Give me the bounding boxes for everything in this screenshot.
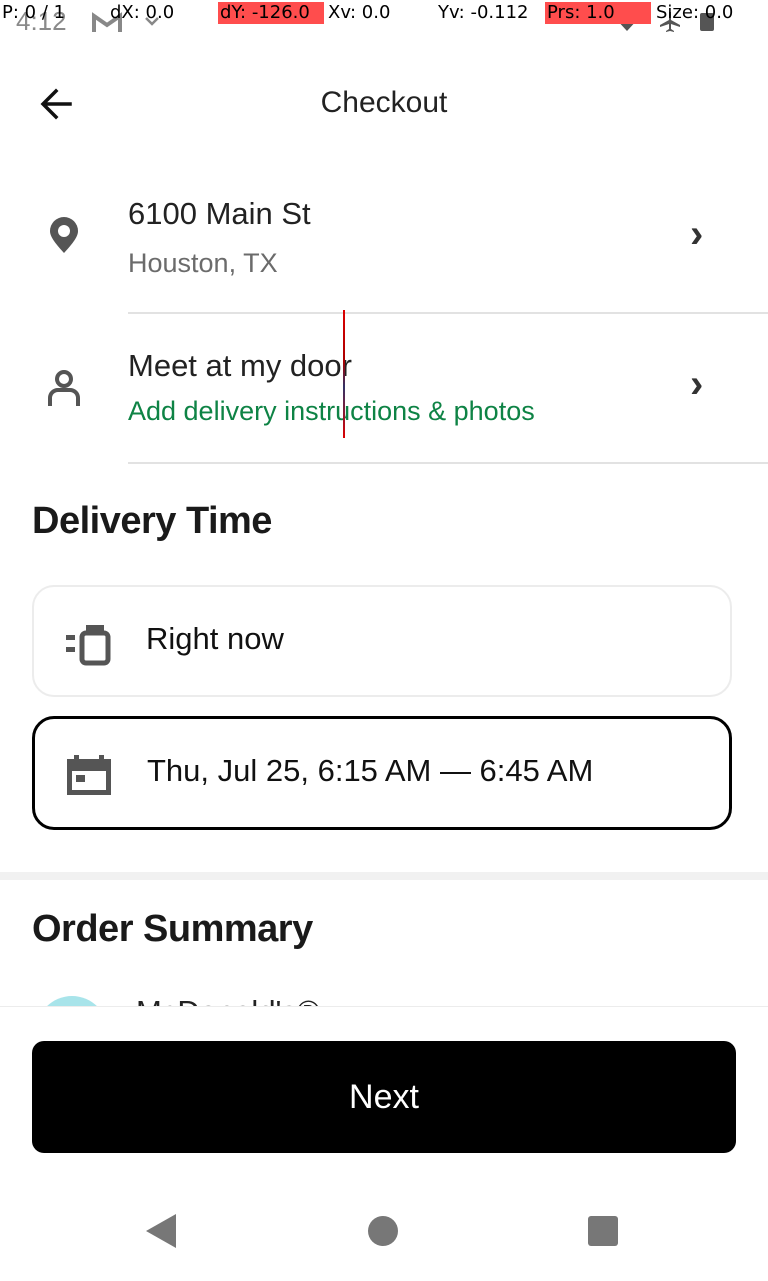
courier-icon (66, 625, 111, 666)
time-option-now-label: Right now (146, 621, 284, 656)
chevron-right-icon: › (690, 212, 704, 256)
order-summary-heading: Order Summary (32, 908, 313, 950)
status-bar: 4:12 P: 0 / 1 dX: 0.0 dY: -126.0 Xv: 0.0… (0, 0, 768, 36)
calendar-icon (67, 755, 111, 795)
delivery-time-heading: Delivery Time (32, 500, 272, 542)
system-nav-bar (0, 1190, 768, 1280)
touch-trace (343, 310, 345, 438)
chevron-right-icon: › (690, 362, 704, 406)
dropoff-instructions-row[interactable]: Meet at my door Add delivery instruction… (0, 330, 768, 462)
overlay-p: P: 0 / 1 (2, 2, 66, 23)
nav-back-icon[interactable] (146, 1214, 176, 1248)
next-button[interactable]: Next (32, 1041, 736, 1153)
nav-recents-icon[interactable] (588, 1216, 618, 1246)
time-option-now[interactable]: Right now (32, 585, 732, 697)
delivery-address-row[interactable]: 6100 Main St Houston, TX › (0, 180, 768, 312)
overlay-dy: dY: -126.0 (218, 2, 324, 24)
address-city: Houston, TX (128, 248, 278, 278)
overlay-yv: Yv: -0.112 (438, 2, 529, 23)
overlay-prs: Prs: 1.0 (545, 2, 651, 24)
section-separator (0, 872, 768, 880)
pointer-location-overlay: P: 0 / 1 dX: 0.0 dY: -126.0 Xv: 0.0 Yv: … (0, 0, 768, 26)
nav-home-icon[interactable] (368, 1216, 398, 1246)
top-app-bar: Checkout (0, 70, 768, 138)
add-instructions-link[interactable]: Add delivery instructions & photos (128, 396, 535, 427)
person-icon (48, 370, 80, 406)
overlay-dx: dX: 0.0 (110, 2, 175, 23)
address-street: 6100 Main St (128, 196, 311, 231)
dropoff-title: Meet at my door (128, 348, 352, 383)
time-option-scheduled[interactable]: Thu, Jul 25, 6:15 AM — 6:45 AM (32, 716, 732, 830)
time-option-scheduled-label: Thu, Jul 25, 6:15 AM — 6:45 AM (147, 753, 594, 788)
overlay-size: Size: 0.0 (656, 2, 734, 23)
location-pin-icon (50, 217, 78, 253)
divider (128, 312, 768, 314)
page-title: Checkout (320, 86, 448, 119)
overlay-xv: Xv: 0.0 (328, 2, 391, 23)
divider (128, 462, 768, 464)
